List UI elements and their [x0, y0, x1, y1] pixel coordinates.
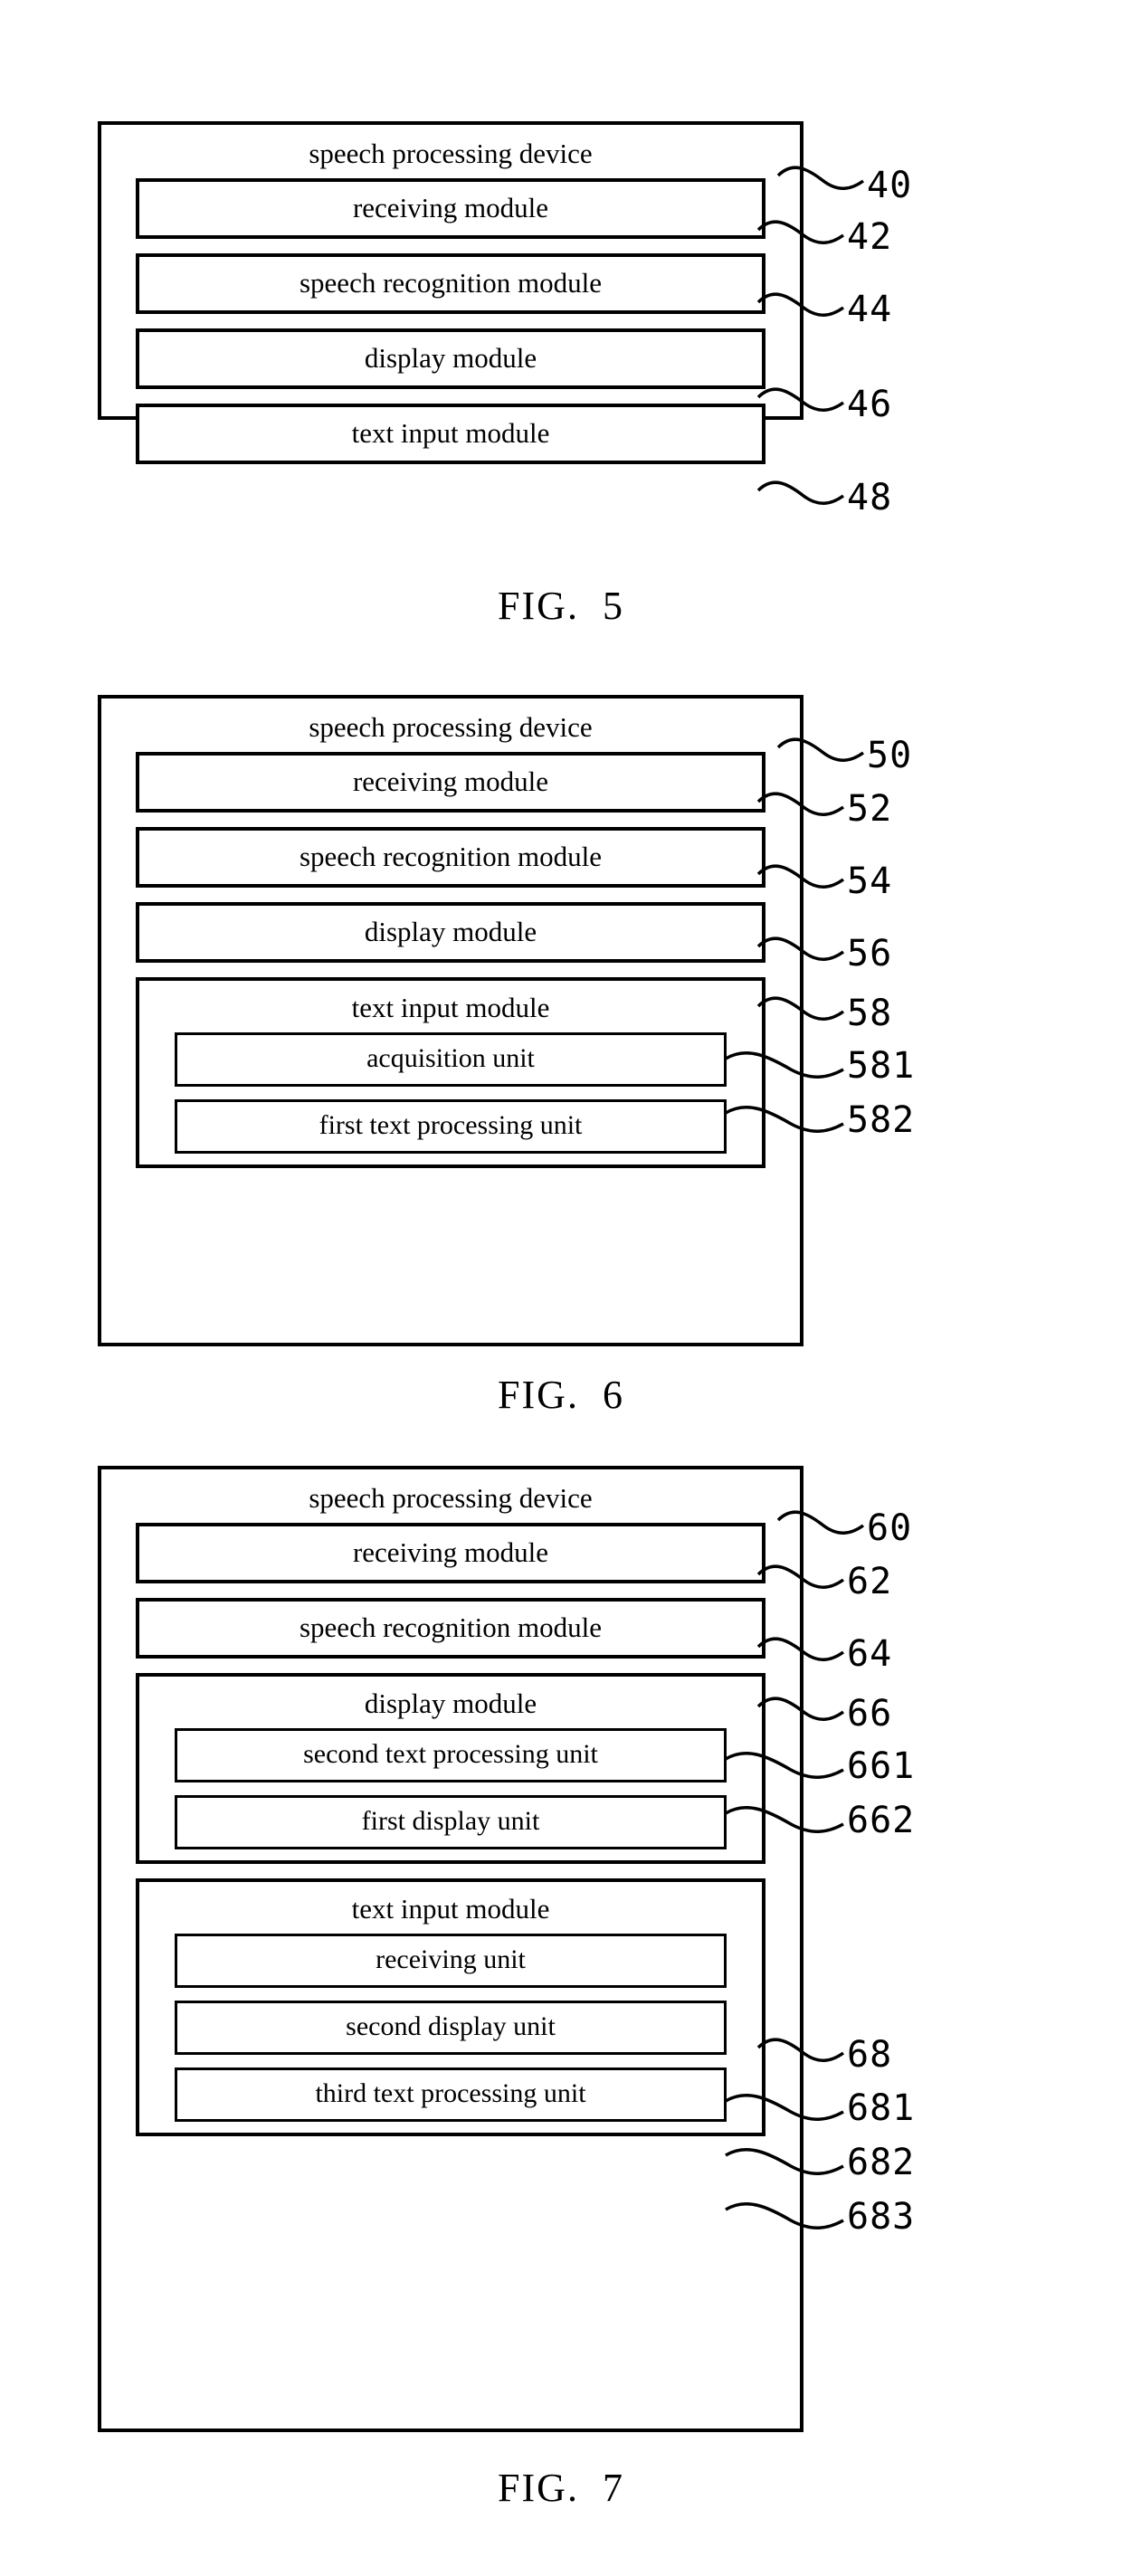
figure-5: speech processing device receiving modul…	[0, 0, 1122, 688]
fig6-module-text-input: text input module acquisition unit first…	[136, 977, 765, 1168]
fig7-unit-second-text-processing: second text processing unit	[175, 1728, 727, 1782]
patent-drawing-sheet: speech processing device receiving modul…	[0, 0, 1122, 2576]
fig7-unit-second-display: second display unit	[175, 2001, 727, 2055]
fig7-module-display-title: display module	[364, 1687, 537, 1719]
fig7-ref-68: 68	[847, 2034, 893, 2076]
fig7-module-receiving: receiving module	[136, 1523, 765, 1583]
fig7-ref-66: 66	[847, 1693, 893, 1735]
fig7-ref-62: 62	[847, 1561, 893, 1602]
fig6-ref-58: 58	[847, 993, 893, 1034]
fig6-ref-582: 582	[847, 1099, 916, 1141]
fig5-device-box: speech processing device receiving modul…	[98, 121, 803, 464]
fig6-ref-50: 50	[867, 735, 913, 776]
fig6-unit-first-text-processing: first text processing unit	[175, 1099, 727, 1154]
fig6-unit-acquisition: acquisition unit	[175, 1032, 727, 1087]
fig7-unit-receiving: receiving unit	[175, 1934, 727, 1988]
fig7-ref-64: 64	[847, 1633, 893, 1675]
fig5-ref-42: 42	[847, 216, 893, 258]
fig7-ref-681: 681	[847, 2087, 916, 2129]
fig5-module-receiving: receiving module	[136, 178, 765, 239]
fig7-module-text-input: text input module receiving unit second …	[136, 1878, 765, 2136]
fig7-ref-661: 661	[847, 1745, 916, 1787]
fig5-module-speech-recognition: speech recognition module	[136, 253, 765, 314]
fig7-ref-662: 662	[847, 1800, 916, 1841]
fig6-device-title: speech processing device	[309, 711, 593, 743]
fig5-ref-44: 44	[847, 289, 893, 330]
fig6-module-speech-recognition: speech recognition module	[136, 827, 765, 888]
fig6-device-box: speech processing device receiving modul…	[98, 695, 803, 1346]
fig6-ref-54: 54	[847, 860, 893, 902]
fig6-caption: FIG. 6	[498, 1373, 624, 1417]
fig5-ref-46: 46	[847, 384, 893, 425]
fig6-module-display: display module	[136, 902, 765, 963]
fig7-device-title: speech processing device	[309, 1482, 593, 1514]
fig5-module-text-input: text input module	[136, 404, 765, 464]
fig7-ref-60: 60	[867, 1507, 913, 1549]
fig7-caption: FIG. 7	[498, 2466, 624, 2510]
fig7-ref-682: 682	[847, 2142, 916, 2183]
fig5-ref-48: 48	[847, 477, 893, 518]
fig5-module-display: display module	[136, 328, 765, 389]
fig6-module-text-input-title: text input module	[351, 992, 550, 1023]
fig5-leader-48	[756, 478, 856, 514]
figure-6: speech processing device receiving modul…	[0, 688, 1122, 1466]
fig7-unit-first-display: first display unit	[175, 1795, 727, 1849]
fig6-ref-52: 52	[847, 788, 893, 830]
fig6-ref-56: 56	[847, 933, 893, 974]
fig7-module-display: display module second text processing un…	[136, 1673, 765, 1864]
fig7-ref-683: 683	[847, 2196, 916, 2238]
fig7-module-text-input-title: text input module	[351, 1893, 550, 1925]
fig5-device-title: speech processing device	[309, 138, 593, 169]
figure-7: speech processing device receiving modul…	[0, 1466, 1122, 2576]
fig6-ref-581: 581	[847, 1045, 916, 1087]
fig7-module-speech-recognition: speech recognition module	[136, 1598, 765, 1659]
fig5-ref-40: 40	[867, 165, 913, 206]
fig7-device-box: speech processing device receiving modul…	[98, 1466, 803, 2432]
fig6-module-receiving: receiving module	[136, 752, 765, 813]
fig7-unit-third-text-processing: third text processing unit	[175, 2067, 727, 2122]
fig5-caption: FIG. 5	[498, 584, 624, 628]
